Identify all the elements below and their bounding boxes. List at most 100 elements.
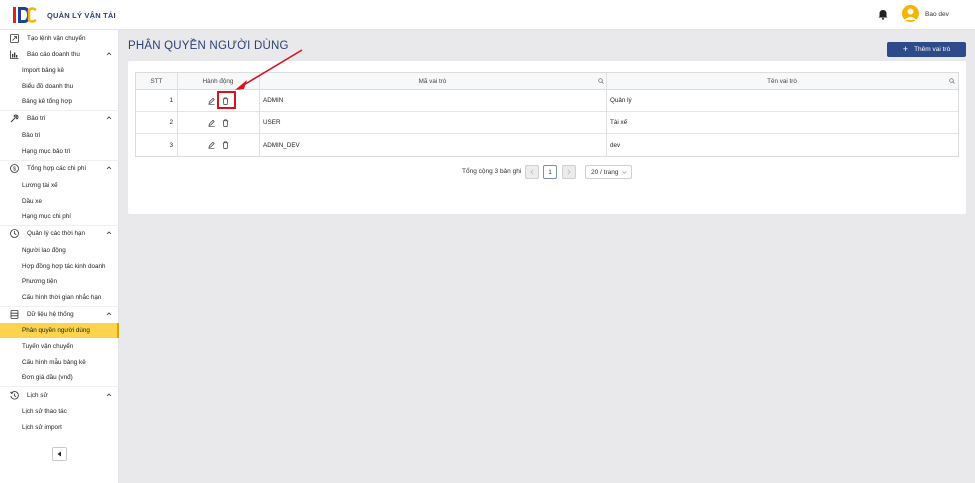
sidebar-item-cost-category[interactable]: Hạng mục chi phí bbox=[0, 209, 119, 224]
column-divider bbox=[606, 73, 607, 156]
sidebar-item-import-statement[interactable]: Import bảng kê bbox=[0, 63, 119, 78]
sidebar-group-label: Tổng hợp các chi phí bbox=[27, 165, 87, 172]
edit-icon[interactable] bbox=[208, 141, 215, 149]
sidebar-item-import-history[interactable]: Lịch sử import bbox=[0, 420, 119, 435]
trash-icon[interactable] bbox=[222, 119, 229, 127]
row-role-code: ADMIN bbox=[263, 97, 284, 104]
sidebar-item-workers[interactable]: Người lao động bbox=[0, 243, 119, 258]
external-square-icon bbox=[10, 34, 19, 43]
row-role-code: ADMIN_DEV bbox=[263, 141, 300, 149]
plus-icon: + bbox=[902, 44, 909, 54]
chevron-up-icon bbox=[106, 166, 112, 170]
sidebar-group-history[interactable]: Lịch sử bbox=[0, 388, 119, 403]
chevron-up-icon bbox=[106, 393, 112, 397]
sidebar-item-create-order[interactable]: Tạo lệnh vận chuyển bbox=[0, 31, 119, 46]
sidebar-item-label: Hợp đồng hợp tác kinh doanh bbox=[22, 263, 106, 270]
add-role-label: Thêm vai trò bbox=[914, 46, 951, 53]
bell-icon[interactable] bbox=[878, 9, 888, 20]
sidebar-item-user-permissions[interactable]: Phân quyền người dùng bbox=[0, 323, 119, 338]
column-header-role-name[interactable]: Tên vai trò bbox=[606, 73, 958, 89]
sidebar-item-fuel-price[interactable]: Đơn giá dầu (vnđ) bbox=[0, 370, 119, 385]
sidebar-group-revenue[interactable]: Báo cáo doanh thu bbox=[0, 47, 119, 62]
top-header: QUẢN LÝ VẬN TẢI Bao dev bbox=[0, 0, 975, 30]
column-divider bbox=[177, 73, 178, 156]
chevron-right-icon bbox=[567, 169, 571, 175]
edit-icon[interactable] bbox=[208, 97, 215, 105]
database-icon bbox=[10, 310, 19, 319]
prev-page-button[interactable] bbox=[525, 165, 539, 179]
edit-icon[interactable] bbox=[208, 119, 215, 127]
sidebar-item-label: Hạng mục chi phí bbox=[22, 213, 72, 220]
sidebar: Tạo lệnh vận chuyển Báo cáo doanh thu Im… bbox=[0, 30, 119, 483]
sidebar-item-action-history[interactable]: Lịch sử thao tác bbox=[0, 404, 119, 419]
sidebar-item-summary-statement[interactable]: Bảng kê tổng hợp bbox=[0, 94, 119, 109]
clock-icon bbox=[10, 229, 19, 238]
sidebar-item-label: Lịch sử thao tác bbox=[22, 408, 67, 415]
sidebar-group-label: Lịch sử bbox=[27, 392, 48, 399]
sidebar-item-driver-salary[interactable]: Lương tài xế bbox=[0, 178, 119, 193]
sidebar-item-statement-template[interactable]: Cấu hình mẫu bảng kê bbox=[0, 355, 119, 370]
sidebar-item-business-contract[interactable]: Hợp đồng hợp tác kinh doanh bbox=[0, 259, 119, 274]
user-icon bbox=[904, 8, 917, 20]
sidebar-item-label: Đơn giá dầu (vnđ) bbox=[22, 374, 73, 381]
row-role-code: USER bbox=[263, 119, 281, 126]
sidebar-group-maintenance[interactable]: Bảo trì bbox=[0, 111, 119, 126]
row-role-name: dev bbox=[610, 141, 621, 149]
sidebar-group-label: Bảo trì bbox=[27, 115, 46, 122]
sidebar-item-label: Bảo trì bbox=[22, 132, 41, 139]
sidebar-collapse-button[interactable] bbox=[52, 447, 67, 461]
search-icon[interactable] bbox=[598, 78, 604, 84]
sidebar-item-label: Tuyến vận chuyển bbox=[22, 343, 74, 350]
user-name[interactable]: Bao dev bbox=[925, 11, 949, 18]
chevron-up-icon bbox=[106, 231, 112, 235]
sidebar-item-label: Dầu xe bbox=[22, 198, 42, 205]
sidebar-item-label: Biểu đồ doanh thu bbox=[22, 83, 74, 90]
chevron-up-icon bbox=[106, 312, 112, 316]
sidebar-item-label: Người lao động bbox=[22, 247, 66, 254]
sidebar-item-label: Phân quyền người dùng bbox=[22, 327, 90, 334]
add-role-button[interactable]: + Thêm vai trò bbox=[887, 42, 966, 57]
sidebar-item-label: Lịch sử import bbox=[22, 424, 62, 431]
chevron-down-icon bbox=[622, 171, 627, 174]
sidebar-group-label: Báo cáo doanh thu bbox=[27, 51, 80, 58]
sidebar-item-maintenance-category[interactable]: Hạng mục bảo trì bbox=[0, 144, 119, 159]
sidebar-item-reminder-config[interactable]: Cấu hình thời gian nhắc hạn bbox=[0, 290, 119, 305]
sidebar-group-system-data[interactable]: Dữ liệu hệ thống bbox=[0, 307, 119, 322]
chevron-up-icon bbox=[106, 52, 112, 56]
sidebar-item-label: Cấu hình thời gian nhắc hạn bbox=[22, 294, 102, 301]
sidebar-group-costs[interactable]: $ Tổng hợp các chi phí bbox=[0, 161, 119, 176]
sidebar-item-label: Tạo lệnh vận chuyển bbox=[27, 35, 86, 42]
page-size-select[interactable]: 20 / trang bbox=[585, 165, 632, 179]
sidebar-item-label: Lương tài xế bbox=[22, 182, 58, 189]
caret-left-icon bbox=[57, 451, 61, 457]
sidebar-item-label: Cấu hình mẫu bảng kê bbox=[22, 359, 86, 366]
annotation-arrow bbox=[235, 49, 303, 90]
column-header-role-code[interactable]: Mã vai trò bbox=[259, 73, 606, 89]
sidebar-item-fuel[interactable]: Dầu xe bbox=[0, 194, 119, 209]
chevron-left-icon bbox=[530, 169, 534, 175]
sidebar-item-routes[interactable]: Tuyến vận chuyển bbox=[0, 339, 119, 354]
sidebar-group-deadlines[interactable]: Quản lý các thời hạn bbox=[0, 226, 119, 241]
column-header-stt: STT bbox=[150, 77, 163, 85]
page-size-value: 20 / trang bbox=[591, 168, 619, 176]
svg-text:$: $ bbox=[13, 167, 16, 173]
trash-icon[interactable] bbox=[222, 141, 229, 149]
sidebar-item-maintenance[interactable]: Bảo trì bbox=[0, 128, 119, 143]
company-logo[interactable] bbox=[12, 6, 37, 24]
sidebar-item-vehicles[interactable]: Phương tiện bbox=[0, 274, 119, 289]
dollar-icon: $ bbox=[10, 164, 19, 173]
row-role-name: Quản lý bbox=[610, 97, 632, 104]
row-stt: 2 bbox=[169, 119, 173, 126]
sidebar-group-label: Quản lý các thời hạn bbox=[27, 230, 86, 237]
sidebar-item-label: Phương tiện bbox=[22, 278, 57, 285]
sidebar-item-revenue-chart[interactable]: Biểu đồ doanh thu bbox=[0, 79, 119, 94]
sidebar-item-label: Hạng mục bảo trì bbox=[22, 148, 71, 155]
wrench-icon bbox=[10, 114, 19, 123]
sidebar-item-label: Bảng kê tổng hợp bbox=[22, 98, 72, 105]
user-avatar[interactable] bbox=[902, 5, 919, 22]
search-icon[interactable] bbox=[949, 78, 955, 84]
next-page-button[interactable] bbox=[562, 165, 576, 179]
divider bbox=[0, 386, 119, 387]
page-button-current[interactable]: 1 bbox=[543, 165, 557, 179]
chart-icon bbox=[10, 50, 19, 59]
